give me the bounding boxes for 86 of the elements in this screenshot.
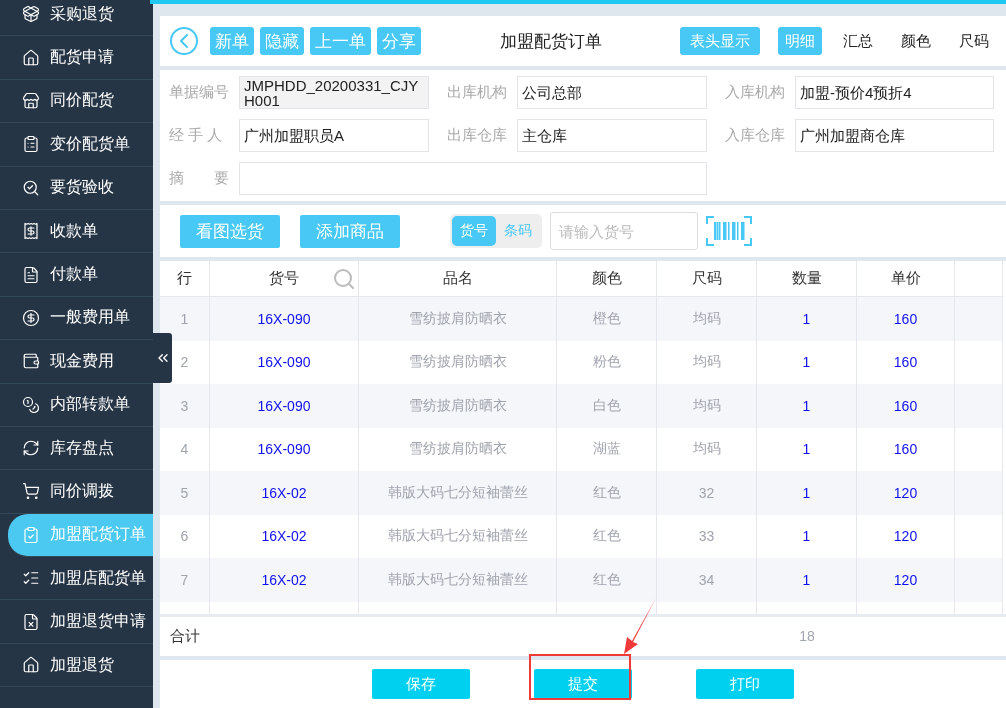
total-quantity: 18	[798, 628, 816, 645]
sidebar-item[interactable]: 收款单	[0, 209, 153, 254]
field-label: 出库仓库	[447, 126, 508, 145]
table-cell: 16X-090	[210, 297, 359, 341]
menu-icon	[22, 5, 40, 24]
menu-icon	[22, 265, 40, 284]
sidebar-item[interactable]: 一般费用单	[0, 296, 153, 341]
sidebar-item[interactable]: 付款单	[0, 253, 153, 297]
total-label: 合计	[169, 626, 201, 646]
view-tab[interactable]: 汇总	[836, 27, 880, 55]
table-cell	[955, 558, 1003, 602]
table-cell: 1	[757, 471, 857, 515]
table-cell: 韩版大码七分短袖蕾丝	[359, 558, 557, 602]
input-field[interactable]: 广州加盟商仓库	[795, 119, 994, 152]
table-cell: 5	[160, 471, 210, 515]
table-cell: 雪纺披肩防晒衣	[359, 384, 557, 428]
table-cell: 160	[857, 297, 955, 341]
table-cell: 1	[757, 384, 857, 428]
sidebar-item[interactable]: 变价配货单	[0, 123, 153, 167]
table-cell: 均码	[657, 297, 757, 341]
sidebar-item[interactable]: 要货验收	[0, 166, 153, 210]
menu-icon	[22, 308, 40, 327]
table-cell	[955, 471, 1003, 515]
search-field[interactable]: 请输入货号	[550, 212, 698, 250]
table-cell: 橙色	[557, 297, 657, 341]
input-field[interactable]: JMPHDD_20200331_CJYH001	[239, 76, 429, 109]
barcode-icon[interactable]	[706, 216, 752, 246]
menu-icon	[22, 135, 40, 154]
menu-icon	[22, 482, 40, 501]
view-tab[interactable]: 颜色	[894, 27, 938, 55]
field-label: 入库机构	[725, 83, 786, 102]
sidebar-item[interactable]: 加盟店配货单	[0, 557, 153, 601]
field-label: 经 手 人	[169, 126, 224, 145]
field-label: 摘 要	[169, 169, 230, 188]
field-label: 单据编号	[169, 83, 230, 102]
table-cell: 16X-02	[210, 471, 359, 515]
collapse-handle[interactable]	[153, 333, 172, 383]
table-cell: 1	[160, 297, 210, 341]
sidebar-item[interactable]: 库存盘点	[0, 426, 153, 471]
back-icon[interactable]	[170, 27, 198, 55]
sidebar-item[interactable]: 配货申请	[0, 36, 153, 80]
table-cell	[955, 297, 1003, 341]
menu-icon	[22, 48, 40, 67]
table-cell: 1	[757, 297, 857, 341]
table-cell: 34	[657, 558, 757, 602]
menu-icon	[22, 178, 40, 197]
menu-icon	[22, 612, 40, 631]
sidebar-item[interactable]: 加盟退货	[0, 643, 153, 688]
table-cell: 白色	[557, 384, 657, 428]
menu-icon	[22, 525, 40, 544]
input-field[interactable]	[239, 162, 707, 195]
table-cell: 红色	[557, 471, 657, 515]
input-field[interactable]: 加盟-预价4预折4	[795, 76, 994, 109]
field-label: 入库仓库	[725, 126, 786, 145]
table-cell: 120	[857, 558, 955, 602]
table-cell: 16X-090	[210, 384, 359, 428]
sidebar-item[interactable]: 采购退货	[0, 0, 153, 37]
menu-icon	[22, 352, 40, 371]
menu-icon	[22, 439, 40, 458]
sidebar-item[interactable]: 内部转款单	[0, 383, 153, 427]
table-cell: 韩版大码七分短袖蕾丝	[359, 471, 557, 515]
input-field[interactable]: 公司总部	[517, 76, 707, 109]
menu-icon	[22, 222, 40, 241]
table-cell: 雪纺披肩防晒衣	[359, 297, 557, 341]
table-cell: 均码	[657, 384, 757, 428]
sidebar-item[interactable]: 同价调拨	[0, 470, 153, 514]
table-cell: 160	[857, 384, 955, 428]
search-icon[interactable]	[332, 266, 356, 291]
input-field[interactable]: 主仓库	[517, 119, 707, 152]
menu-icon	[22, 395, 40, 414]
page-title: 加盟配货订单	[498, 30, 603, 53]
sidebar-item[interactable]: 加盟退货申请	[0, 600, 153, 644]
menu-icon	[22, 656, 40, 675]
table-cell: 红色	[557, 558, 657, 602]
table-cell	[955, 384, 1003, 428]
input-field[interactable]: 广州加盟职员A	[239, 119, 429, 152]
table-cell: 16X-02	[210, 558, 359, 602]
table-cell: 32	[657, 471, 757, 515]
table-cell: 1	[757, 558, 857, 602]
field-label: 出库机构	[447, 83, 508, 102]
menu-icon	[22, 91, 40, 110]
sidebar-item[interactable]: 同价配货	[0, 79, 153, 124]
table-cell: 3	[160, 384, 210, 428]
view-tab[interactable]: 尺码	[952, 27, 996, 55]
table-cell: 7	[160, 558, 210, 602]
table-cell: 120	[857, 471, 955, 515]
